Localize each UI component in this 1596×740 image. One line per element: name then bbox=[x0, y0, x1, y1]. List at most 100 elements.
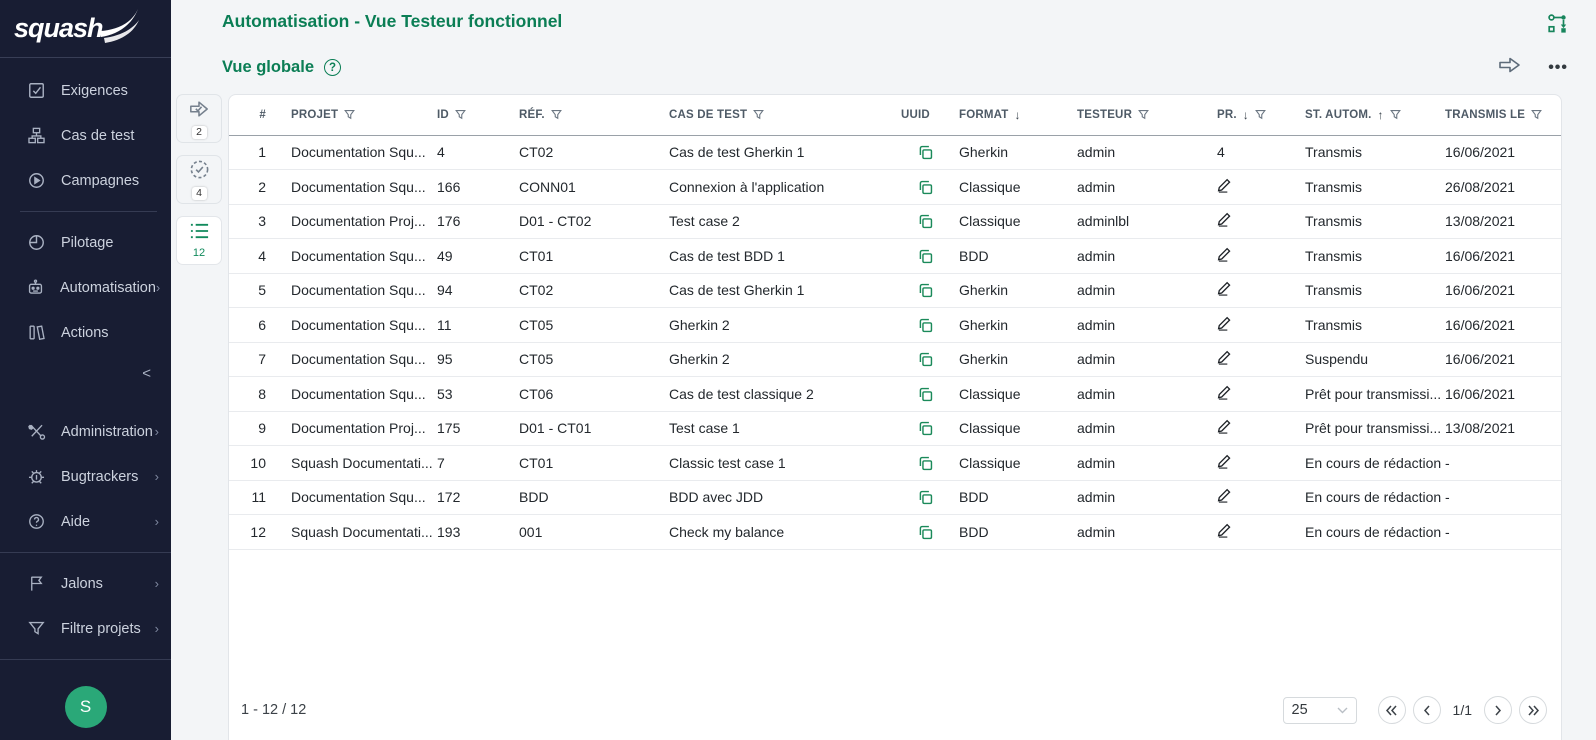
sidebar-item-filtre-projets[interactable]: Filtre projets› bbox=[0, 606, 171, 651]
workflow-icon[interactable] bbox=[1547, 13, 1568, 39]
filter-icon[interactable] bbox=[1390, 109, 1401, 120]
sidebar-item-cas-de-test[interactable]: Cas de test bbox=[0, 113, 171, 158]
priority-cell bbox=[1213, 273, 1301, 308]
edit-priority-icon[interactable] bbox=[1217, 281, 1232, 296]
filter-icon[interactable] bbox=[1255, 109, 1266, 120]
sidebar-item-bugtrackers[interactable]: Bugtrackers› bbox=[0, 454, 171, 499]
column-header-format[interactable]: FORMAT↓ bbox=[955, 95, 1073, 135]
edit-priority-icon[interactable] bbox=[1217, 523, 1232, 538]
column-header-projet[interactable]: PROJET bbox=[287, 95, 433, 135]
column-header-transmis-le[interactable]: TRANSMIS LE bbox=[1441, 95, 1561, 135]
avatar[interactable]: S bbox=[65, 686, 107, 728]
edit-priority-icon[interactable] bbox=[1217, 247, 1232, 262]
sidebar-item-exigences[interactable]: Exigences bbox=[0, 68, 171, 113]
sidebar-item-automatisation[interactable]: Automatisation› bbox=[0, 265, 171, 310]
sidebar-item-jalons[interactable]: Jalons› bbox=[0, 561, 171, 606]
ref-cell: 001 bbox=[515, 515, 665, 550]
sidebar: squash ExigencesCas de testCampagnesPilo… bbox=[0, 0, 171, 740]
forward-arrow-icon[interactable] bbox=[1498, 56, 1522, 79]
table-row[interactable]: 7Documentation Squ...95CT05Gherkin 2Gher… bbox=[229, 342, 1561, 377]
copy-uuid-icon[interactable] bbox=[917, 213, 934, 230]
id-cell: 193 bbox=[433, 515, 515, 550]
-cell: 4 bbox=[229, 239, 287, 274]
transmis-le-cell: 16/06/2021 bbox=[1441, 308, 1561, 343]
sidebar-item-aide[interactable]: Aide› bbox=[0, 499, 171, 544]
copy-uuid-icon[interactable] bbox=[917, 489, 934, 506]
column-header-testeur[interactable]: TESTEUR bbox=[1073, 95, 1213, 135]
copy-uuid-icon[interactable] bbox=[917, 386, 934, 403]
next-page-button[interactable] bbox=[1484, 696, 1512, 724]
copy-uuid-icon[interactable] bbox=[917, 282, 934, 299]
edit-priority-icon[interactable] bbox=[1217, 454, 1232, 469]
filter-icon[interactable] bbox=[1138, 109, 1149, 120]
edit-priority-icon[interactable] bbox=[1217, 419, 1232, 434]
copy-uuid-icon[interactable] bbox=[917, 351, 934, 368]
uuid-cell bbox=[897, 239, 955, 274]
last-page-button[interactable] bbox=[1519, 696, 1547, 724]
column-label: PROJET bbox=[291, 109, 338, 121]
edit-priority-icon[interactable] bbox=[1217, 385, 1232, 400]
filter-icon[interactable] bbox=[753, 109, 764, 120]
table-row[interactable]: 5Documentation Squ...94CT02Cas de test G… bbox=[229, 273, 1561, 308]
copy-uuid-icon[interactable] bbox=[917, 317, 934, 334]
column-header-cas-de-test[interactable]: CAS DE TEST bbox=[665, 95, 897, 135]
table-row[interactable]: 3Documentation Proj...176D01 - CT02Test … bbox=[229, 204, 1561, 239]
edit-priority-icon[interactable] bbox=[1217, 350, 1232, 365]
edit-priority-icon[interactable] bbox=[1217, 488, 1232, 503]
filter-icon[interactable] bbox=[551, 109, 562, 120]
first-page-button[interactable] bbox=[1378, 696, 1406, 724]
id-cell: 53 bbox=[433, 377, 515, 412]
edit-priority-icon[interactable] bbox=[1217, 178, 1232, 193]
page-size-select[interactable]: 25 bbox=[1283, 697, 1357, 724]
table-row[interactable]: 8Documentation Squ...53CT06Cas de test c… bbox=[229, 377, 1561, 412]
transmis-le-cell: 13/08/2021 bbox=[1441, 411, 1561, 446]
sidebar-item-campagnes[interactable]: Campagnes bbox=[0, 158, 171, 203]
filter-icon[interactable] bbox=[344, 109, 355, 120]
testeur-cell: admin bbox=[1073, 273, 1213, 308]
filter-icon[interactable] bbox=[455, 109, 466, 120]
copy-uuid-icon[interactable] bbox=[917, 144, 934, 161]
column-header-ref[interactable]: RÉF. bbox=[515, 95, 665, 135]
copy-uuid-icon[interactable] bbox=[917, 420, 934, 437]
copy-uuid-icon[interactable] bbox=[917, 455, 934, 472]
rail-count-badge: 2 bbox=[192, 126, 207, 139]
priority-cell bbox=[1213, 446, 1301, 481]
edit-priority-icon[interactable] bbox=[1217, 316, 1232, 331]
projet-cell: Documentation Proj... bbox=[287, 411, 433, 446]
sidebar-collapse-button[interactable]: < bbox=[0, 355, 171, 391]
previous-page-button[interactable] bbox=[1413, 696, 1441, 724]
ref-cell: D01 - CT01 bbox=[515, 411, 665, 446]
copy-uuid-icon[interactable] bbox=[917, 248, 934, 265]
table-row[interactable]: 2Documentation Squ...166CONN01Connexion … bbox=[229, 170, 1561, 205]
priority-cell bbox=[1213, 377, 1301, 412]
copy-uuid-icon[interactable] bbox=[917, 179, 934, 196]
rail-transmitted-button[interactable]: 2 bbox=[176, 94, 222, 143]
table-row[interactable]: 10Squash Documentati...7CT01Classic test… bbox=[229, 446, 1561, 481]
table-row[interactable]: 4Documentation Squ...49CT01Cas de test B… bbox=[229, 239, 1561, 274]
rail-global-view-button[interactable]: 12 bbox=[176, 216, 222, 265]
uuid-cell bbox=[897, 308, 955, 343]
sidebar-item-actions[interactable]: Actions bbox=[0, 310, 171, 355]
page-size-value: 25 bbox=[1292, 702, 1308, 718]
filter-icon[interactable] bbox=[1531, 109, 1542, 120]
copy-uuid-icon[interactable] bbox=[917, 524, 934, 541]
rail-validated-button[interactable]: 4 bbox=[176, 155, 222, 204]
table-row[interactable]: 1Documentation Squ...4CT02Cas de test Gh… bbox=[229, 135, 1561, 170]
reporting-icon bbox=[26, 233, 46, 253]
more-options-icon[interactable]: ••• bbox=[1548, 63, 1568, 73]
sidebar-item-administration[interactable]: Administration› bbox=[0, 409, 171, 454]
ref-cell: CT05 bbox=[515, 342, 665, 377]
help-circle-icon[interactable]: ? bbox=[324, 59, 341, 76]
table-row[interactable]: 12Squash Documentati...193001Check my ba… bbox=[229, 515, 1561, 550]
table-row[interactable]: 6Documentation Squ...11CT05Gherkin 2Gher… bbox=[229, 308, 1561, 343]
edit-priority-icon[interactable] bbox=[1217, 212, 1232, 227]
priority-cell bbox=[1213, 515, 1301, 550]
automation-icon bbox=[26, 278, 45, 298]
sidebar-item-pilotage[interactable]: Pilotage bbox=[0, 220, 171, 265]
st-autom-cell: En cours de rédaction bbox=[1301, 446, 1441, 481]
column-header-pr[interactable]: PR.↓ bbox=[1213, 95, 1301, 135]
table-row[interactable]: 11Documentation Squ...172BDDBDD avec JDD… bbox=[229, 480, 1561, 515]
table-row[interactable]: 9Documentation Proj...175D01 - CT01Test … bbox=[229, 411, 1561, 446]
column-header-id[interactable]: ID bbox=[433, 95, 515, 135]
column-header-st-autom[interactable]: ST. AUTOM.↑ bbox=[1301, 95, 1441, 135]
